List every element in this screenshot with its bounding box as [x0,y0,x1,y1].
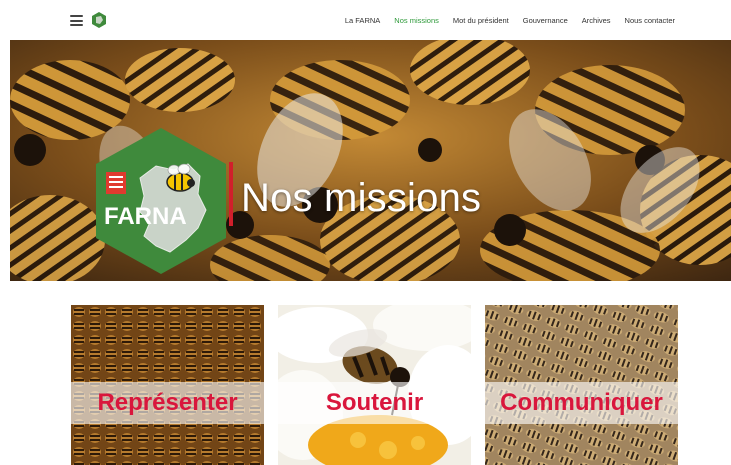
nav-mot-du-president[interactable]: Mot du président [453,16,509,25]
nav-nos-missions[interactable]: Nos missions [394,16,439,25]
card-soutenir[interactable]: Soutenir [278,305,471,465]
hero-banner: FARNA Nos missions [10,40,731,281]
top-navigation-bar: La FARNA Nos missions Mot du président G… [0,0,731,40]
card-representer-label: Représenter [97,389,238,416]
nav-la-farna[interactable]: La FARNA [345,16,380,25]
logo-text: FARNA [104,203,187,230]
hero-title-bar [229,162,233,226]
card-representer[interactable]: Représenter [71,305,264,465]
nav-gouvernance[interactable]: Gouvernance [523,16,568,25]
card-communiquer[interactable]: Communiquer [485,305,678,465]
menu-icon[interactable] [70,15,83,26]
nav-archives[interactable]: Archives [582,16,611,25]
card-soutenir-label: Soutenir [325,389,424,416]
card-communiquer-label: Communiquer [500,389,663,416]
nav-nous-contacter[interactable]: Nous contacter [625,16,675,25]
farna-logo-icon[interactable] [92,12,106,28]
page-title: Nos missions [241,176,482,220]
main-nav: La FARNA Nos missions Mot du président G… [345,0,675,40]
farna-hexagon-logo: FARNA [96,128,226,274]
mission-cards: Représenter Soutenir Communiquer [71,305,678,465]
